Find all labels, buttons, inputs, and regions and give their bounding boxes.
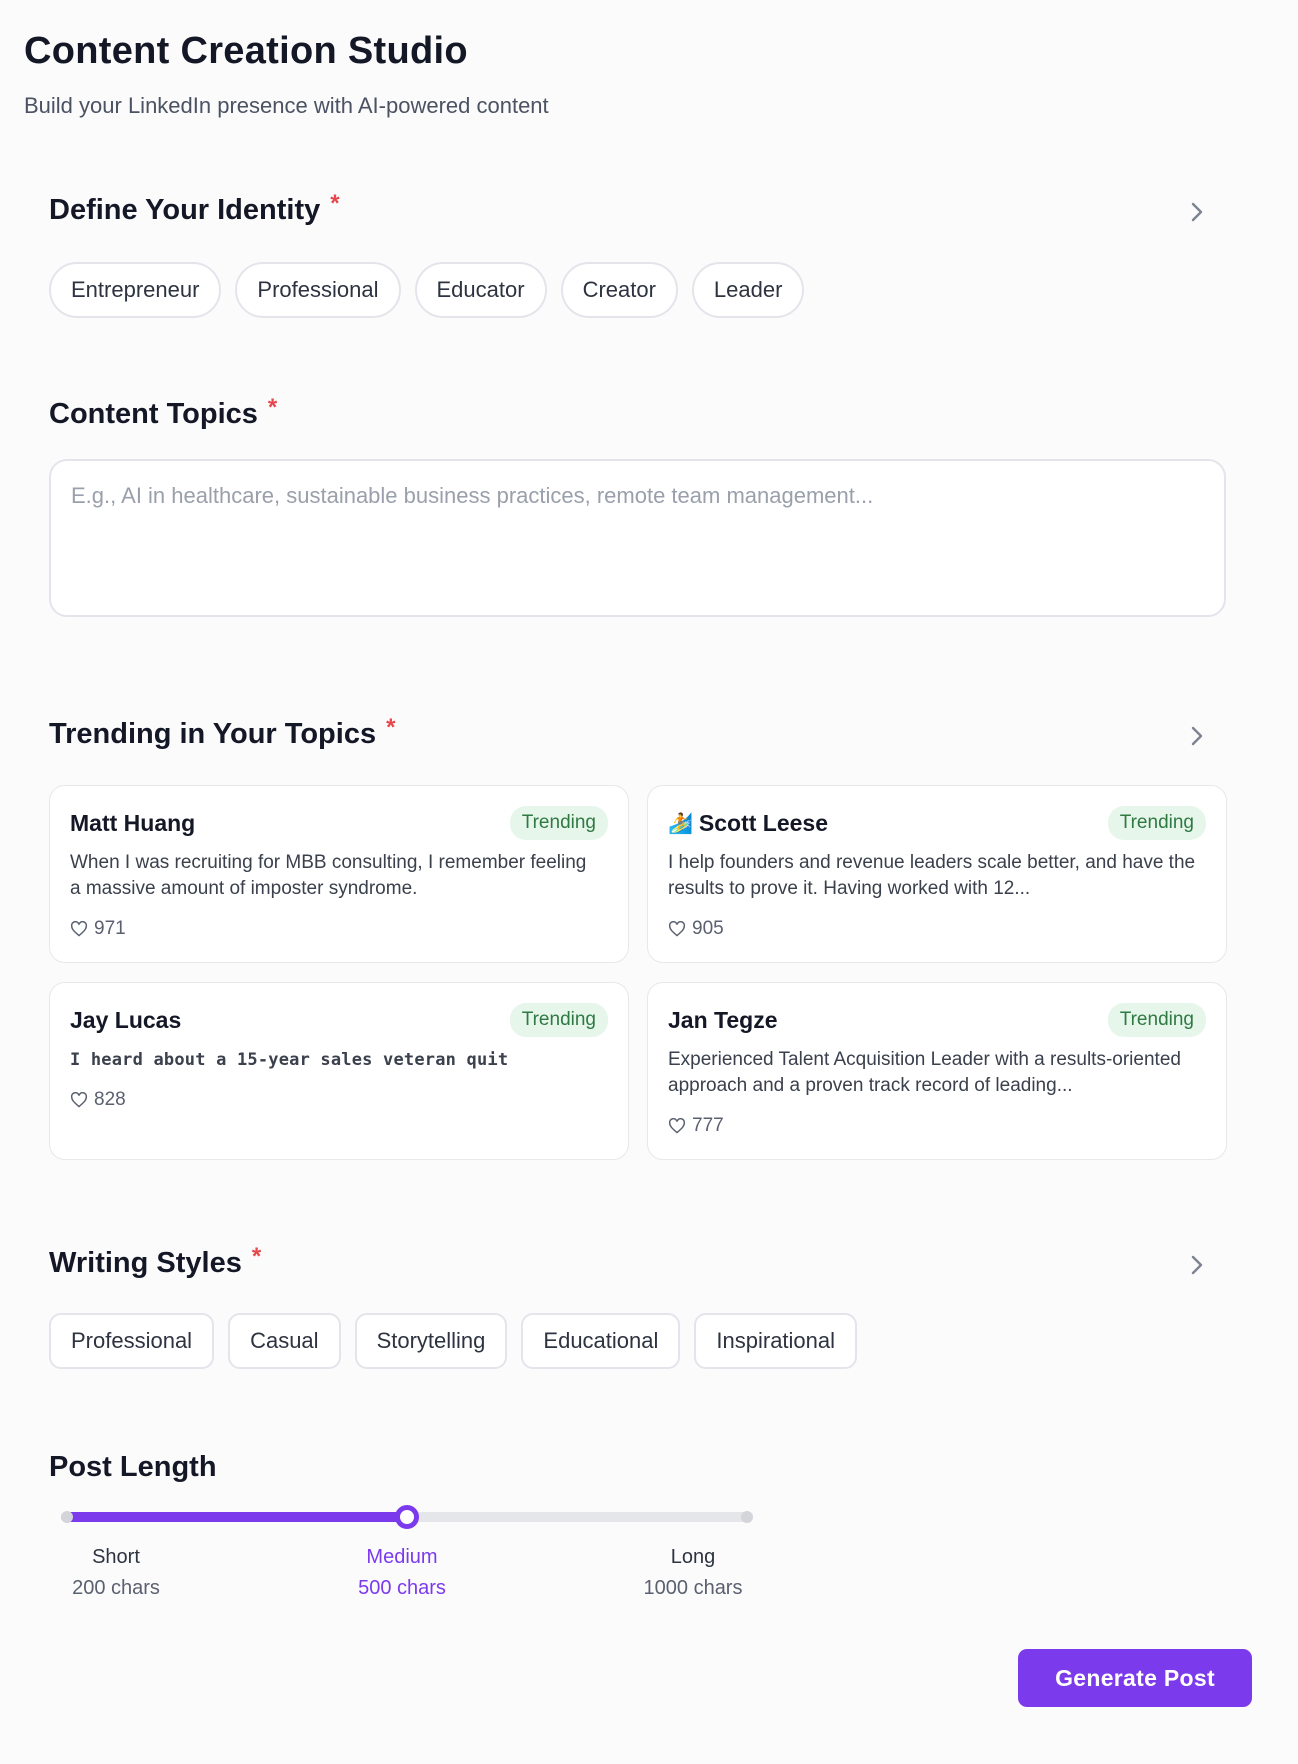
identity-section-title: Define Your Identity * [49,190,340,227]
generate-post-button[interactable]: Generate Post [1018,1649,1252,1707]
card-excerpt: I help founders and revenue leaders scal… [668,852,1196,899]
page-title: Content Creation Studio [24,30,468,72]
identity-options: Entrepreneur Professional Educator Creat… [49,262,805,318]
heart-icon [668,921,686,937]
trending-badge: Trending [1107,1003,1206,1037]
trending-chevron-right-icon[interactable] [1186,725,1208,747]
content-studio-page: Content Creation Studio Build your Linke… [0,0,1298,1764]
page-header: Content Creation Studio Build your Linke… [24,30,549,119]
slider-start-dot [61,1511,73,1523]
required-marker: * [330,190,340,217]
style-chip-professional[interactable]: Professional [49,1313,215,1369]
style-chip-educational[interactable]: Educational [521,1313,681,1369]
styles-title-text: Writing Styles [49,1247,242,1279]
page-subtitle: Build your LinkedIn presence with AI-pow… [24,93,549,118]
identity-chevron-right-icon[interactable] [1186,201,1208,223]
trending-card[interactable]: Jan Tegze Trending Experienced Talent Ac… [647,982,1227,1160]
post-length-title: Post Length [49,1451,217,1483]
identity-chip-entrepreneur[interactable]: Entrepreneur [49,262,222,318]
length-option-long[interactable]: Long 1000 chars [623,1546,763,1600]
styles-chevron-right-icon[interactable] [1186,1254,1208,1276]
slider-fill [61,1512,407,1522]
styles-options: Professional Casual Storytelling Educati… [49,1313,858,1369]
card-likes: 777 [668,1115,724,1137]
heart-icon [70,921,88,937]
style-chip-casual[interactable]: Casual [228,1313,341,1369]
card-excerpt: When I was recruiting for MBB consulting… [70,852,587,899]
topics-title-text: Content Topics [49,398,258,430]
trending-card[interactable]: 🏄 Scott Leese Trending I help founders a… [647,785,1227,963]
card-likes: 828 [70,1089,126,1111]
trending-badge: Trending [509,1003,608,1037]
trending-section-title: Trending in Your Topics * [49,714,396,751]
heart-icon [70,1092,88,1108]
topics-textarea[interactable] [71,483,1204,593]
length-option-short[interactable]: Short 200 chars [46,1546,186,1600]
heart-icon [668,1118,686,1134]
card-likes: 905 [668,918,724,940]
length-option-medium[interactable]: Medium 500 chars [332,1546,472,1600]
required-marker: * [267,394,278,421]
card-excerpt: I heard about a 15-year sales veteran qu… [70,1050,509,1070]
trending-card[interactable]: Jay Lucas Trending I heard about a 15-ye… [49,982,629,1160]
card-author: Jan Tegze [668,1006,778,1033]
identity-chip-educator[interactable]: Educator [414,262,547,318]
surfer-icon: 🏄 [668,812,693,835]
style-chip-storytelling[interactable]: Storytelling [354,1313,508,1369]
slider-end-dot [741,1511,753,1523]
card-likes: 971 [70,918,126,940]
post-length-slider[interactable] [61,1505,753,1529]
topics-input-box [49,459,1226,617]
identity-chip-professional[interactable]: Professional [235,262,401,318]
identity-title-text: Define Your Identity [49,194,321,226]
required-marker: * [251,1243,262,1270]
identity-chip-creator[interactable]: Creator [560,262,678,318]
trending-badge: Trending [509,806,608,840]
trending-badge: Trending [1107,806,1206,840]
trending-title-text: Trending in Your Topics [49,718,377,750]
card-author: Jay Lucas [70,1006,182,1033]
card-author: 🏄 Scott Leese [668,809,829,836]
topics-section-title: Content Topics * [49,394,278,431]
styles-section-title: Writing Styles * [49,1243,262,1280]
identity-chip-leader[interactable]: Leader [691,262,805,318]
slider-thumb[interactable] [395,1505,419,1529]
card-author: Matt Huang [70,809,196,836]
required-marker: * [386,714,396,741]
card-excerpt: Experienced Talent Acquisition Leader wi… [668,1049,1181,1096]
style-chip-inspirational[interactable]: Inspirational [694,1313,858,1369]
trending-card[interactable]: Matt Huang Trending When I was recruitin… [49,785,629,963]
